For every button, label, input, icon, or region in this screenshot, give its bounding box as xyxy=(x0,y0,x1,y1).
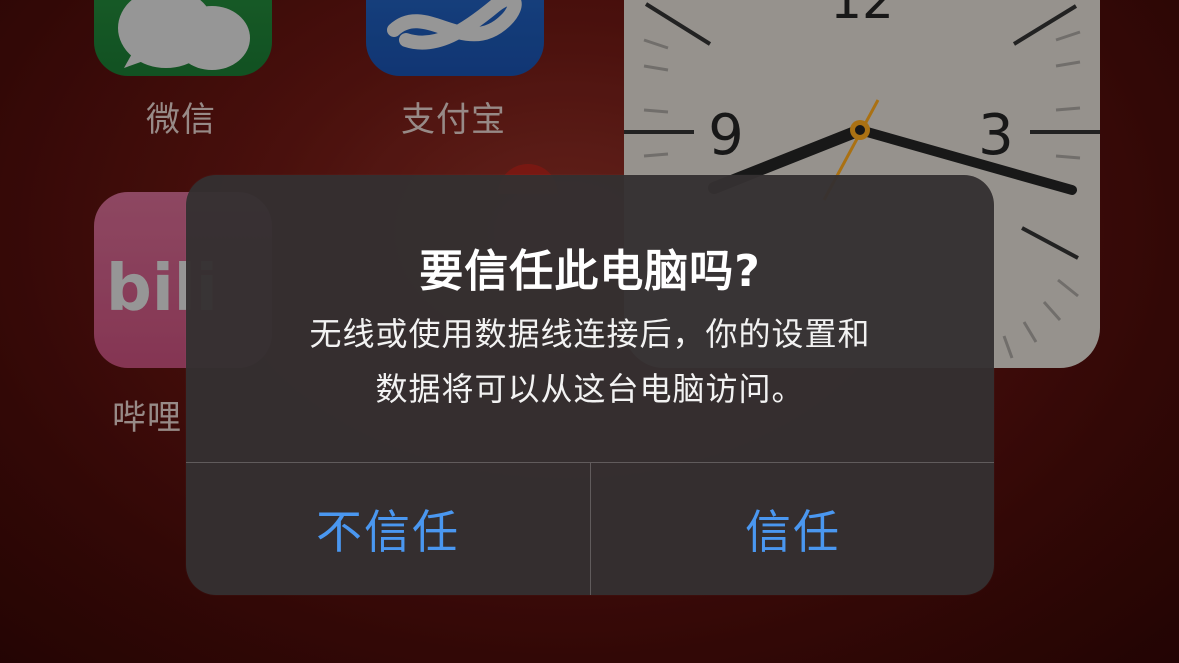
alert-message-line-2: 数据将可以从这台电脑访问。 xyxy=(375,370,805,408)
alert-message-line-1: 无线或使用数据线连接后，你的设置和 xyxy=(309,315,871,353)
trust-button[interactable]: 信任 xyxy=(591,463,994,595)
trust-computer-alert: 要信任此电脑吗? 无线或使用数据线连接后，你的设置和 数据将可以从这台电脑访问。… xyxy=(186,175,994,595)
alert-title: 要信任此电脑吗? xyxy=(419,246,761,297)
dont-trust-button[interactable]: 不信任 xyxy=(186,463,590,595)
alert-message: 无线或使用数据线连接后，你的设置和 数据将可以从这台电脑访问。 xyxy=(246,307,934,417)
